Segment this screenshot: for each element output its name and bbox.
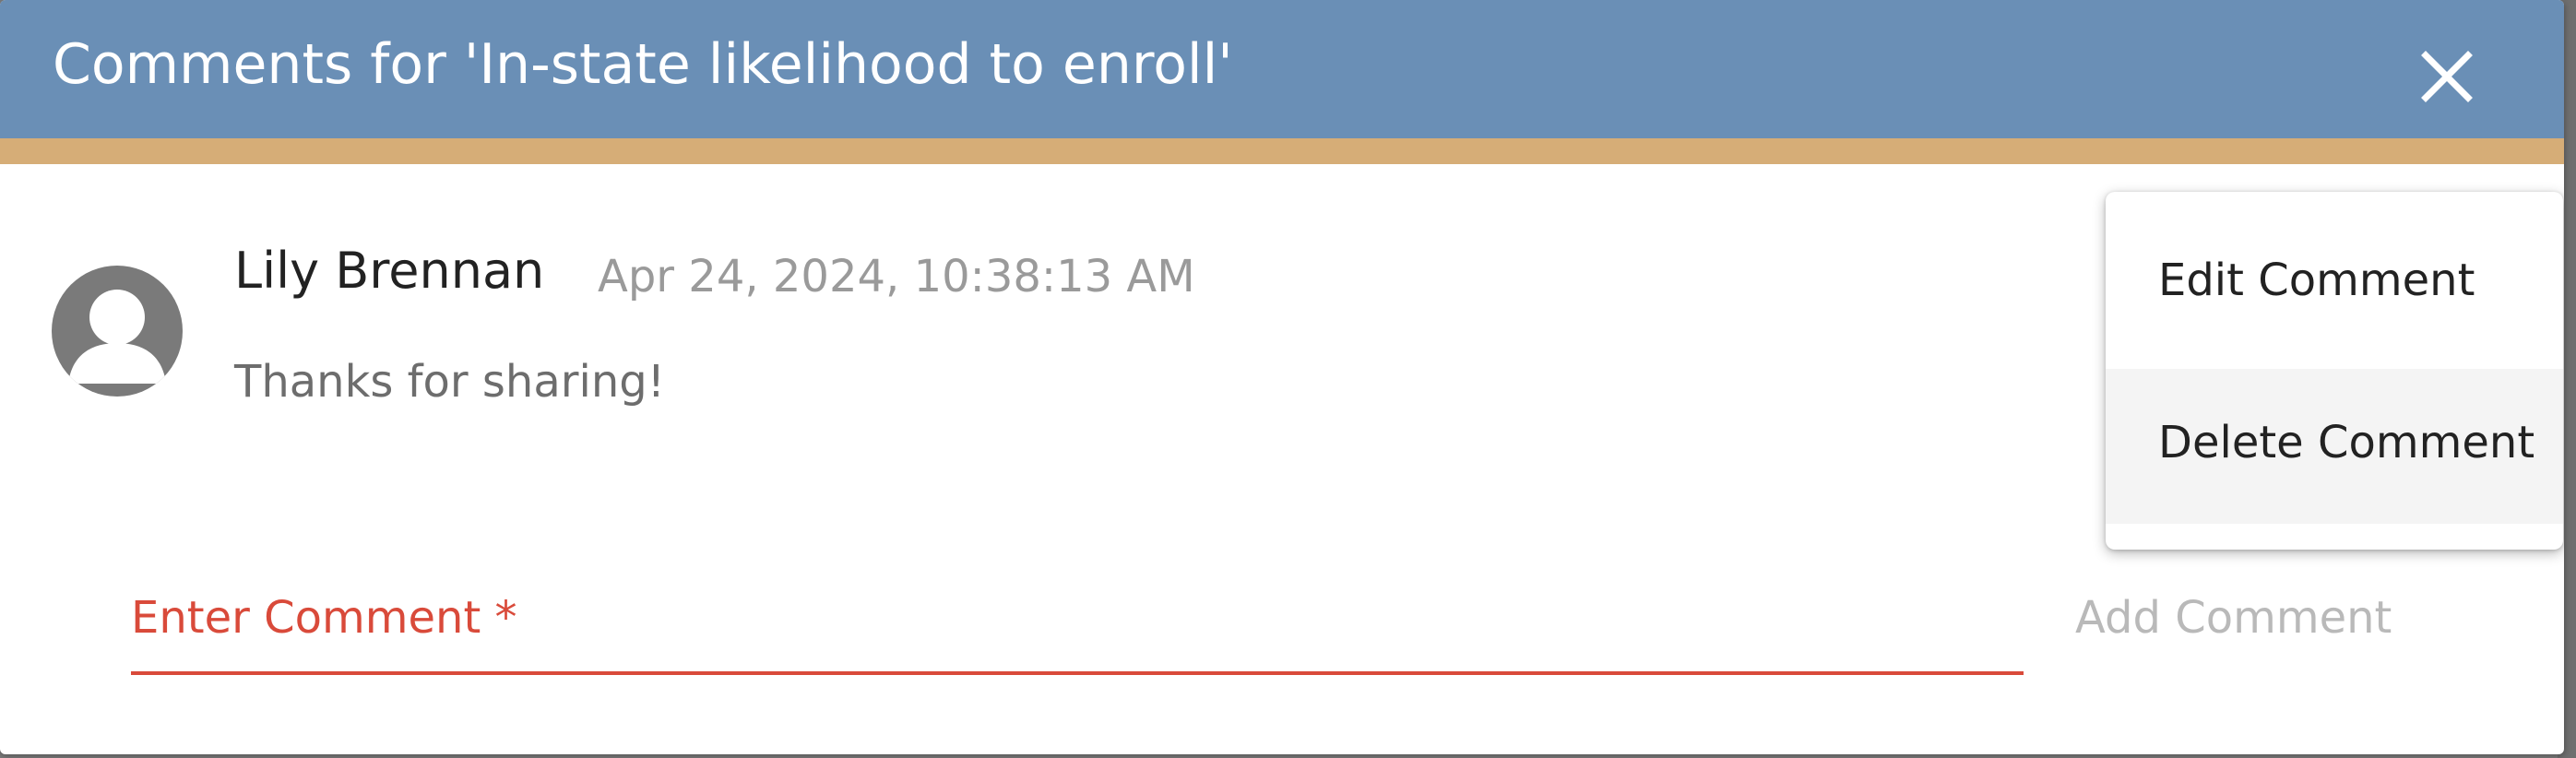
- comment-author: Lily Brennan: [234, 242, 545, 300]
- close-icon: [2421, 51, 2473, 102]
- add-comment-button[interactable]: Add Comment: [2075, 596, 2392, 640]
- dialog-title: Comments for 'In-state likelihood to enr…: [53, 32, 1233, 97]
- comment-timestamp: Apr 24, 2024, 10:38:13 AM: [598, 251, 1195, 302]
- user-avatar-icon: [52, 266, 183, 397]
- close-button[interactable]: [2415, 44, 2479, 109]
- comment-context-menu: Edit Comment Delete Comment: [2106, 192, 2563, 550]
- dialog-header: Comments for 'In-state likelihood to enr…: [0, 0, 2564, 138]
- edit-comment-menu-item[interactable]: Edit Comment: [2106, 207, 2563, 361]
- comment-text: Thanks for sharing!: [234, 356, 665, 408]
- comment-field[interactable]: Enter Comment *: [131, 581, 2027, 675]
- comments-dialog: Comments for 'In-state likelihood to enr…: [0, 0, 2564, 754]
- header-accent-bar: [0, 138, 2564, 164]
- delete-comment-label: Delete Comment: [2158, 417, 2535, 468]
- edit-comment-label: Edit Comment: [2158, 255, 2475, 306]
- delete-comment-menu-item[interactable]: Delete Comment: [2106, 369, 2563, 524]
- comment-input[interactable]: [131, 581, 2027, 673]
